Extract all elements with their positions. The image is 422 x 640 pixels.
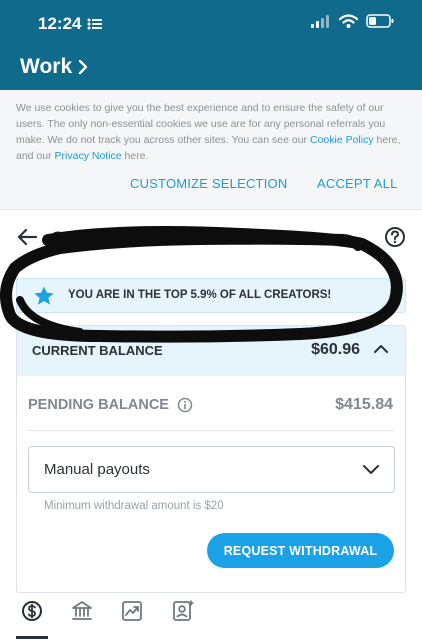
divider	[28, 430, 394, 431]
pending-balance-label: PENDING BALANCE	[28, 397, 193, 413]
wifi-icon	[339, 14, 358, 28]
active-tab-indicator	[16, 636, 48, 639]
battery-icon	[366, 14, 394, 28]
cookie-actions: CUSTOMIZE SELECTION ACCEPT ALL	[0, 176, 422, 198]
chevron-right-icon	[78, 59, 88, 75]
bank-icon[interactable]	[71, 600, 93, 622]
list-icon	[87, 18, 103, 30]
status-time: 12:24	[38, 14, 103, 34]
cookie-policy-link[interactable]: Cookie Policy	[310, 134, 374, 146]
pending-balance-label-text: PENDING BALANCE	[28, 397, 169, 413]
chevron-down-icon	[363, 465, 379, 474]
top-creator-text: YOU ARE IN THE TOP 5.9% OF ALL CREATORS!	[68, 289, 332, 301]
current-balance-label: CURRENT BALANCE	[32, 343, 163, 358]
statements-header: STATEMENTS	[0, 222, 422, 258]
question-circle-icon[interactable]	[384, 226, 406, 248]
cookie-text: We use cookies to give you the best expe…	[16, 100, 408, 164]
bottom-tab-bar	[0, 596, 422, 640]
arrow-left-icon[interactable]	[16, 226, 38, 248]
profile-card-icon[interactable]	[172, 600, 194, 622]
chevron-up-icon[interactable]	[373, 343, 389, 355]
workspace-selector[interactable]: Work	[20, 55, 88, 79]
payout-method-select[interactable]: Manual payouts	[28, 446, 395, 493]
cookie-banner: We use cookies to give you the best expe…	[0, 90, 422, 210]
balance-card: CURRENT BALANCE $60.96 PENDING BALANCE $…	[16, 325, 406, 593]
chart-icon[interactable]	[121, 600, 143, 622]
current-balance-value: $60.96	[311, 341, 360, 358]
statements-title: STATEMENTS	[52, 228, 170, 247]
accept-all-button[interactable]: ACCEPT ALL	[317, 176, 398, 191]
top-creator-banner: YOU ARE IN THE TOP 5.9% OF ALL CREATORS!	[16, 278, 406, 313]
request-withdrawal-button[interactable]: REQUEST WITHDRAWAL	[207, 533, 394, 568]
current-balance-row[interactable]: CURRENT BALANCE $60.96	[17, 326, 405, 376]
info-icon[interactable]	[177, 397, 193, 413]
cookie-text-part: here.	[121, 150, 149, 162]
minimum-withdrawal-note: Minimum withdrawal amount is $20	[44, 500, 224, 512]
payout-method-value: Manual payouts	[44, 461, 150, 478]
app-header: 12:24 Work	[0, 0, 422, 90]
customize-selection-button[interactable]: CUSTOMIZE SELECTION	[130, 176, 287, 191]
signal-icon	[311, 14, 329, 28]
pending-balance-value: $415.84	[335, 396, 393, 413]
status-time-text: 12:24	[38, 14, 82, 33]
star-icon	[34, 286, 54, 305]
privacy-notice-link[interactable]: Privacy Notice	[55, 150, 122, 162]
page-title: Work	[20, 55, 73, 78]
status-icons	[311, 14, 394, 28]
dollar-circle-icon[interactable]	[21, 600, 43, 622]
